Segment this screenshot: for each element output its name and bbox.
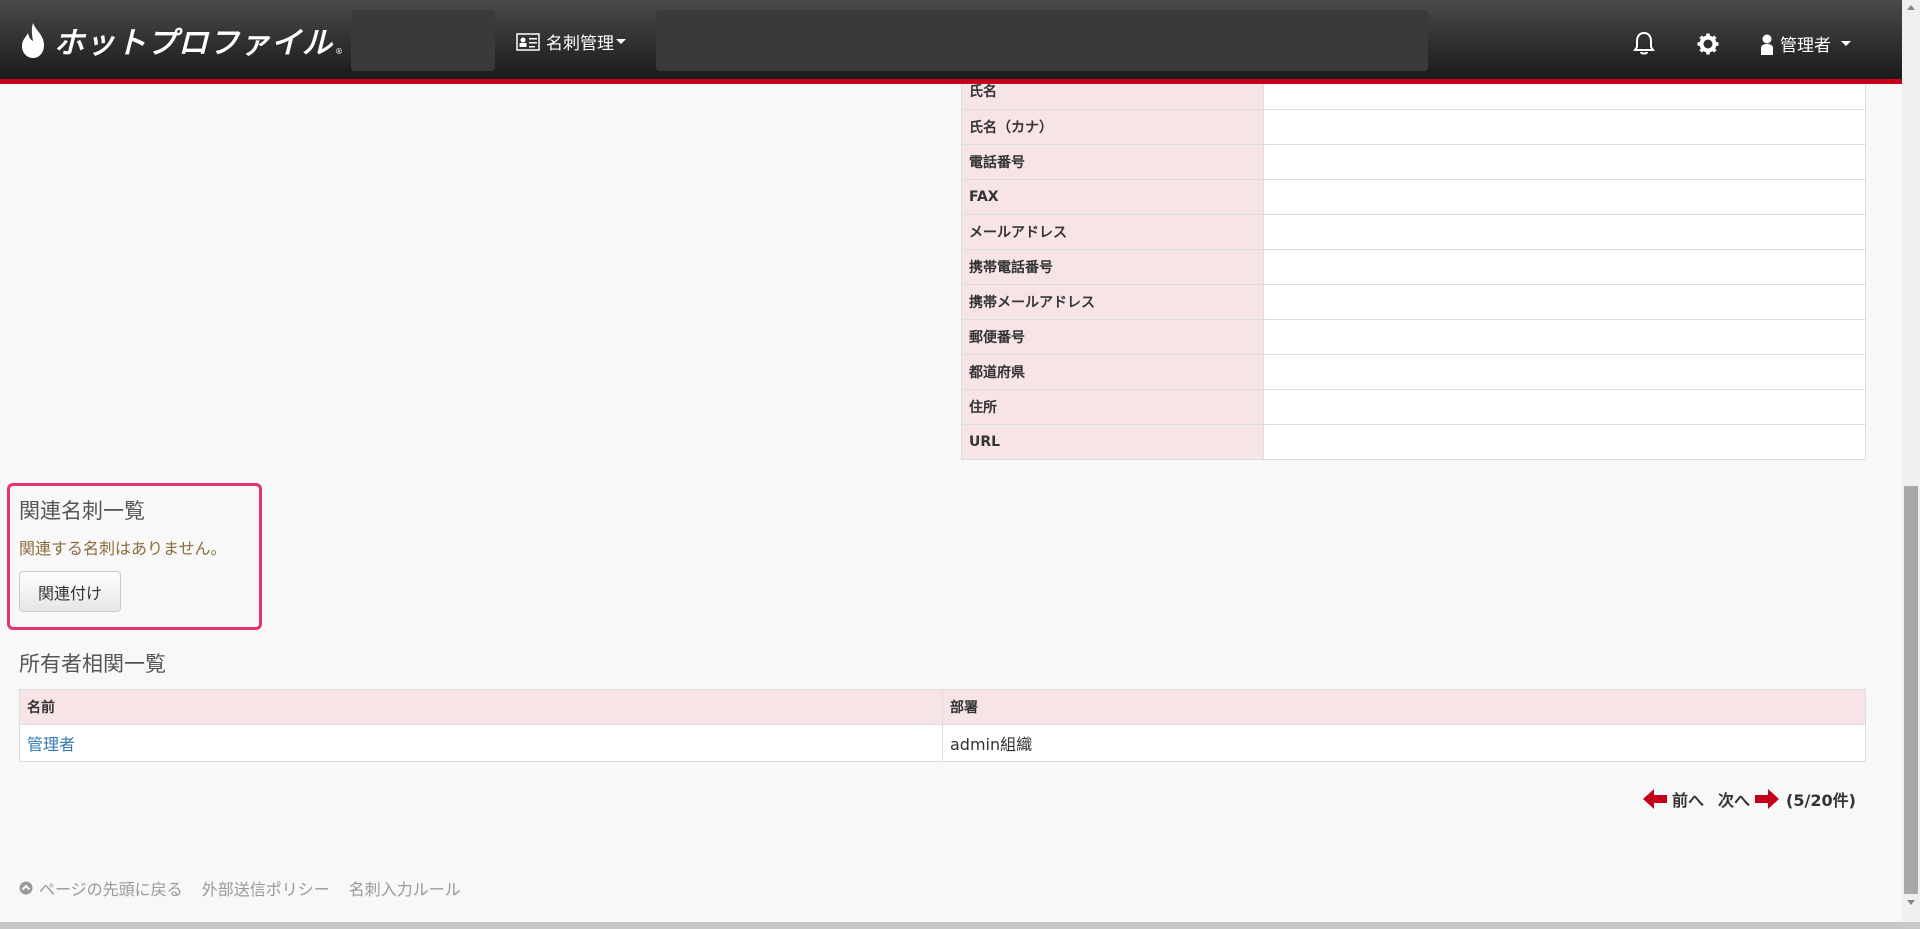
arrow-left-icon[interactable] bbox=[1642, 787, 1668, 811]
detail-label: FAX bbox=[961, 179, 1264, 215]
owner-department-cell: admin組織 bbox=[942, 724, 1866, 762]
detail-label: 携帯電話番号 bbox=[961, 249, 1264, 285]
detail-label: URL bbox=[961, 424, 1264, 460]
app-logo[interactable]: ホットプロファイル ® bbox=[18, 20, 343, 61]
user-icon bbox=[1761, 34, 1773, 55]
detail-value bbox=[1263, 354, 1866, 390]
detail-row: 電話番号 bbox=[961, 144, 1866, 180]
prev-page-link[interactable]: 前へ bbox=[1672, 787, 1704, 811]
scrollbar-thumb[interactable] bbox=[1904, 486, 1918, 894]
user-menu[interactable]: 管理者 bbox=[1760, 31, 1851, 56]
detail-label: 携帯メールアドレス bbox=[961, 284, 1264, 320]
table-header-row: 名前 部署 bbox=[19, 689, 1866, 725]
detail-row: FAX bbox=[961, 179, 1866, 215]
detail-label: 電話番号 bbox=[961, 144, 1264, 180]
gear-icon[interactable] bbox=[1697, 33, 1719, 59]
detail-value bbox=[1263, 179, 1866, 215]
detail-row: 携帯電話番号 bbox=[961, 249, 1866, 285]
detail-value bbox=[1263, 249, 1866, 285]
detail-value bbox=[1263, 144, 1866, 180]
detail-row: URL bbox=[961, 424, 1866, 460]
header-placeholder-box bbox=[351, 10, 495, 71]
pagination: 前へ 次へ (5/20件) bbox=[1642, 787, 1860, 811]
notification-bell-icon[interactable] bbox=[1633, 31, 1655, 59]
circle-chevron-up-icon bbox=[19, 881, 33, 895]
vertical-scrollbar[interactable] bbox=[1902, 0, 1920, 929]
flame-icon bbox=[22, 23, 44, 58]
logo-registered-mark: ® bbox=[335, 46, 343, 56]
contact-detail-table: 氏名 氏名（カナ） 電話番号 FAX メールアドレス 携帯電話番号 携帯メールア… bbox=[961, 72, 1866, 460]
detail-row: 氏名（カナ） bbox=[961, 109, 1866, 145]
footer-links: ページの先頭に戻る 外部送信ポリシー 名刺入力ルール bbox=[19, 876, 480, 900]
user-menu-label: 管理者 bbox=[1780, 36, 1831, 56]
detail-label: 郵便番号 bbox=[961, 319, 1264, 355]
detail-row: メールアドレス bbox=[961, 214, 1866, 250]
card-input-rules-link[interactable]: 名刺入力ルール bbox=[349, 876, 461, 900]
scroll-up-arrow-icon[interactable] bbox=[1907, 5, 1915, 10]
detail-value bbox=[1263, 214, 1866, 250]
related-cards-title: 関連名刺一覧 bbox=[19, 499, 145, 523]
chevron-down-icon bbox=[1841, 41, 1851, 46]
detail-value bbox=[1263, 424, 1866, 460]
detail-row: 住所 bbox=[961, 389, 1866, 425]
owner-name-link[interactable]: 管理者 bbox=[27, 735, 75, 754]
detail-value bbox=[1263, 284, 1866, 320]
page-count: (5/20件) bbox=[1786, 791, 1856, 810]
arrow-right-icon[interactable] bbox=[1754, 787, 1780, 811]
header-search-area[interactable] bbox=[656, 10, 1428, 71]
top-navbar: ホットプロファイル ® 名刺管理 管理者 bbox=[0, 0, 1902, 84]
owner-correlation-table: 名前 部署 管理者 admin組織 bbox=[19, 689, 1866, 762]
scroll-down-arrow-icon[interactable] bbox=[1907, 900, 1915, 905]
column-header-department: 部署 bbox=[942, 689, 1866, 725]
detail-row: 郵便番号 bbox=[961, 319, 1866, 355]
detail-row: 携帯メールアドレス bbox=[961, 284, 1866, 320]
business-card-icon bbox=[516, 32, 540, 51]
owner-correlation-title: 所有者相関一覧 bbox=[19, 652, 166, 676]
column-header-name: 名前 bbox=[19, 689, 943, 725]
business-card-menu[interactable]: 名刺管理 bbox=[516, 29, 626, 54]
owner-name-cell: 管理者 bbox=[19, 724, 943, 762]
detail-label: 氏名（カナ） bbox=[961, 109, 1264, 145]
chevron-down-icon bbox=[616, 39, 626, 44]
detail-value bbox=[1263, 109, 1866, 145]
detail-value bbox=[1263, 319, 1866, 355]
logo-text: ホットプロファイル bbox=[54, 26, 333, 61]
external-transmission-policy-link[interactable]: 外部送信ポリシー bbox=[202, 876, 330, 900]
detail-label: 都道府県 bbox=[961, 354, 1264, 390]
business-card-menu-label: 名刺管理 bbox=[546, 34, 614, 54]
detail-label: 住所 bbox=[961, 389, 1264, 425]
back-to-top-link[interactable]: ページの先頭に戻る bbox=[39, 876, 183, 900]
link-card-button[interactable]: 関連付け bbox=[19, 571, 121, 612]
detail-row: 都道府県 bbox=[961, 354, 1866, 390]
table-row: 管理者 admin組織 bbox=[19, 724, 1866, 762]
detail-value bbox=[1263, 389, 1866, 425]
related-cards-empty-message: 関連する名刺はありません。 bbox=[19, 539, 227, 558]
next-page-link[interactable]: 次へ bbox=[1718, 787, 1750, 811]
detail-label: メールアドレス bbox=[961, 214, 1264, 250]
window-bottom-edge bbox=[0, 922, 1920, 929]
